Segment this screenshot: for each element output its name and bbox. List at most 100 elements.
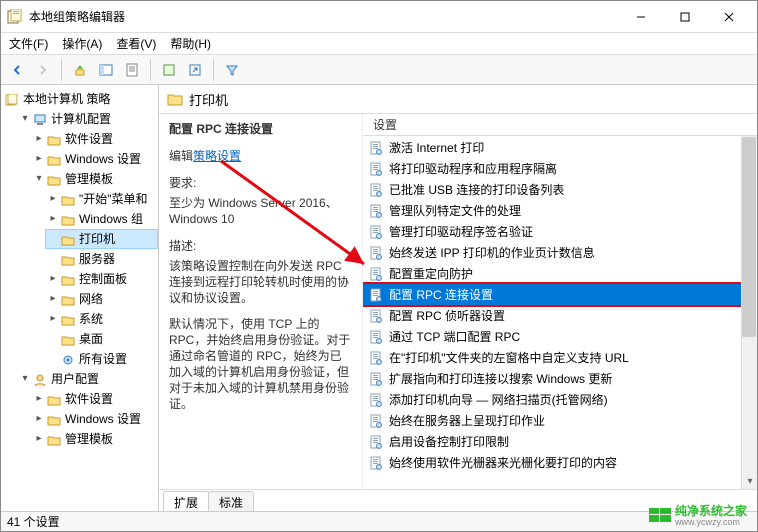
expand-icon[interactable]: ▸ [47,270,59,288]
list-item[interactable]: 始终使用软件光栅器来光栅化要打印的内容 [363,452,757,473]
tab-extended[interactable]: 扩展 [163,491,209,511]
expand-icon[interactable]: ▸ [47,310,59,328]
right-header: 打印机 [159,85,757,113]
refresh-button[interactable] [157,58,181,82]
tree-root[interactable]: 本地计算机 策略 [3,89,158,109]
tree-start-menu[interactable]: ▸"开始"菜单和 [45,189,158,209]
collapse-icon[interactable]: ▾ [19,370,31,388]
list-item[interactable]: 将打印驱动程序和应用程序隔离 [363,158,757,179]
list-item-label: 始终使用软件光栅器来光栅化要打印的内容 [389,454,617,471]
list-item[interactable]: 配置 RPC 连接设置 [363,284,757,305]
list-item[interactable]: 管理打印驱动程序签名验证 [363,221,757,242]
tree-desktop[interactable]: 桌面 [45,329,158,349]
list-item[interactable]: 扩展指向和打印连接以搜索 Windows 更新 [363,368,757,389]
scrollbar-thumb[interactable] [742,137,756,337]
settings-list-pane: 设置 激活 Internet 打印将打印驱动程序和应用程序隔离已批准 USB 连… [363,114,757,489]
collapse-icon[interactable]: ▾ [19,110,31,128]
up-button[interactable] [68,58,92,82]
menu-view[interactable]: 查看(V) [116,35,156,52]
tree-system[interactable]: ▸系统 [45,309,158,329]
tree-software-settings[interactable]: ▸ 软件设置 [31,129,158,149]
tree-u-software-settings[interactable]: ▸ 软件设置 [31,389,158,409]
list-item[interactable]: 管理队列特定文件的处理 [363,200,757,221]
toolbar-divider [61,59,62,81]
list-item-label: 始终发送 IPP 打印机的作业页计数信息 [389,244,595,261]
back-button[interactable] [5,58,29,82]
tree-windows-group[interactable]: ▸Windows 组 [45,209,158,229]
list-item[interactable]: 配置重定向防护 [363,263,757,284]
user-icon [33,373,47,385]
tree-label: 服务器 [79,250,115,268]
minimize-button[interactable] [619,2,663,32]
expand-icon[interactable]: ▸ [33,150,45,168]
folder-icon [47,173,61,185]
properties-button[interactable] [120,58,144,82]
folder-icon [61,233,75,245]
list-item[interactable]: 启用设备控制打印限制 [363,431,757,452]
folder-icon [61,333,75,345]
menu-help[interactable]: 帮助(H) [170,35,211,52]
folder-icon [167,92,183,106]
list-item[interactable]: 已批准 USB 连接的打印设备列表 [363,179,757,200]
window-controls [619,2,751,32]
list-item[interactable]: 激活 Internet 打印 [363,137,757,158]
tree-pane[interactable]: 本地计算机 策略 ▾ 计算机配置 ▸ 软件设置 ▸Windows 设置 [1,85,159,511]
right-body: 配置 RPC 连接设置 编辑策略设置 要求: 至少为 Windows Serve… [159,113,757,489]
list-item-label: 配置重定向防护 [389,265,473,282]
settings-list[interactable]: 激活 Internet 打印将打印驱动程序和应用程序隔离已批准 USB 连接的打… [363,136,757,489]
collapse-icon[interactable]: ▾ [33,170,45,188]
policy-tree[interactable]: 本地计算机 策略 ▾ 计算机配置 ▸ 软件设置 ▸Windows 设置 [1,89,158,449]
expand-icon[interactable]: ▸ [33,130,45,148]
policy-setting-icon [369,225,383,239]
toolbar [1,55,757,85]
edit-line: 编辑策略设置 [169,147,352,164]
show-hide-tree-button[interactable] [94,58,118,82]
tree-label: 软件设置 [65,130,113,148]
tree-label: 本地计算机 策略 [23,90,110,108]
list-item[interactable]: 配置 RPC 侦听器设置 [363,305,757,326]
expand-icon[interactable]: ▸ [47,290,59,308]
tree-all-settings[interactable]: 所有设置 [45,349,158,369]
list-item-label: 始终在服务器上呈现打印作业 [389,412,545,429]
column-setting[interactable]: 设置 [369,116,401,133]
expand-icon[interactable]: ▸ [33,410,45,428]
list-item-label: 启用设备控制打印限制 [389,433,509,450]
tree-admin-templates[interactable]: ▾管理模板 [31,169,158,189]
tree-label: 软件设置 [65,390,113,408]
scroll-down-icon[interactable]: ▾ [742,473,757,489]
menu-action[interactable]: 操作(A) [62,35,102,52]
filter-button[interactable] [220,58,244,82]
scrollbar[interactable]: ▾ [741,136,757,489]
menu-file[interactable]: 文件(F) [9,35,48,52]
right-pane: 打印机 配置 RPC 连接设置 编辑策略设置 要求: 至少为 Windows S… [159,85,757,511]
tree-server[interactable]: 服务器 [45,249,158,269]
policy-setting-icon [369,372,383,386]
list-item[interactable]: 始终在服务器上呈现打印作业 [363,410,757,431]
tab-standard[interactable]: 标准 [208,491,254,511]
expand-icon[interactable]: ▸ [33,390,45,408]
tree-network[interactable]: ▸网络 [45,289,158,309]
tree-printers[interactable]: 打印机 [45,229,158,249]
forward-button[interactable] [31,58,55,82]
maximize-button[interactable] [663,2,707,32]
expand-icon[interactable]: ▸ [33,430,45,448]
tree-windows-settings[interactable]: ▸Windows 设置 [31,149,158,169]
tree-control-panel[interactable]: ▸控制面板 [45,269,158,289]
edit-policy-link[interactable]: 策略设置 [193,149,241,163]
tree-u-windows-settings[interactable]: ▸Windows 设置 [31,409,158,429]
tree-user-config[interactable]: ▾ 用户配置 [17,369,158,389]
export-button[interactable] [183,58,207,82]
expand-icon[interactable]: ▸ [47,210,59,228]
expand-icon[interactable]: ▸ [47,190,59,208]
list-item[interactable]: 添加打印机向导 — 网络扫描页(托管网络) [363,389,757,410]
tree-u-admin-templates[interactable]: ▸管理模板 [31,429,158,449]
list-item[interactable]: 始终发送 IPP 打印机的作业页计数信息 [363,242,757,263]
list-header[interactable]: 设置 [363,114,757,136]
close-button[interactable] [707,2,751,32]
detail-pane: 配置 RPC 连接设置 编辑策略设置 要求: 至少为 Windows Serve… [159,114,363,489]
list-item[interactable]: 在"打印机"文件夹的左窗格中自定义支持 URL [363,347,757,368]
list-item-label: 在"打印机"文件夹的左窗格中自定义支持 URL [389,349,629,366]
tree-computer-config[interactable]: ▾ 计算机配置 [17,109,158,129]
list-item[interactable]: 通过 TCP 端口配置 RPC [363,326,757,347]
list-item-label: 已批准 USB 连接的打印设备列表 [389,181,564,198]
